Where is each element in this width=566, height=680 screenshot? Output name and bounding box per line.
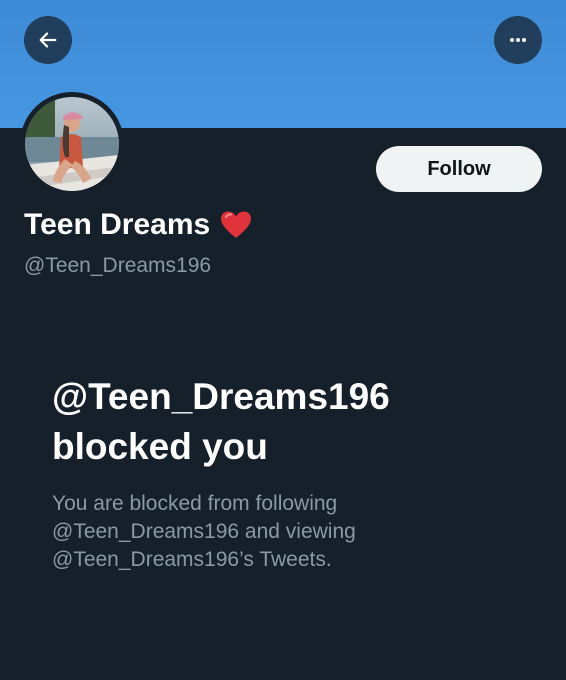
avatar[interactable] <box>20 92 124 196</box>
blocked-desc-line-2: @Teen_Dreams196 and viewing <box>52 520 356 543</box>
profile-display-name: Teen Dreams <box>24 208 252 242</box>
blocked-title: @Teen_Dreams196 blocked you <box>52 372 532 472</box>
follow-button[interactable]: Follow <box>376 146 542 192</box>
display-name-text: Teen Dreams <box>24 208 211 241</box>
profile-handle: @Teen_Dreams196 <box>24 254 212 277</box>
red-heart-icon <box>221 211 252 238</box>
more-options-button[interactable] <box>494 16 542 64</box>
blocked-desc-line-1: You are blocked from following <box>52 492 338 515</box>
follow-button-label: Follow <box>427 157 491 180</box>
arrow-left-icon <box>39 32 57 48</box>
back-button[interactable] <box>24 16 72 64</box>
blocked-title-handle: @Teen_Dreams196 <box>52 376 390 417</box>
blocked-description: You are blocked from following @Teen_Dre… <box>52 490 452 574</box>
more-horizontal-icon <box>510 38 526 42</box>
blocked-desc-line-3: @Teen_Dreams196’s Tweets. <box>52 548 332 571</box>
avatar-image <box>25 97 119 191</box>
blocked-title-text: blocked you <box>52 426 268 467</box>
